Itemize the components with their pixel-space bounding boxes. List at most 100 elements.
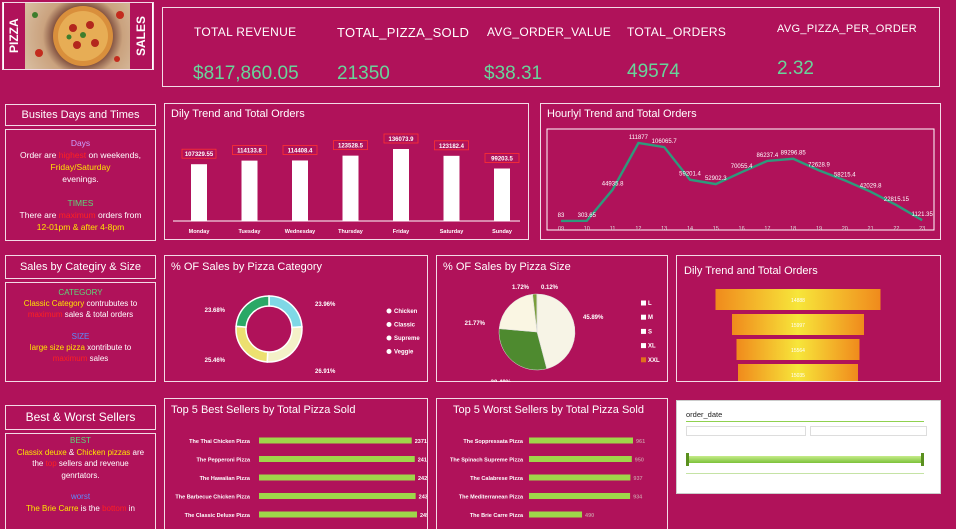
hourly-point-label: 106065.7 xyxy=(652,139,678,145)
daily-category-label: Tuesday xyxy=(239,229,262,235)
hourly-x-tick: 13 xyxy=(661,226,667,232)
hourly-point-label: 83 xyxy=(558,213,565,219)
hourly-point-label: 1121.35 xyxy=(912,212,934,218)
category-size-title-box: Sales by Categiry & Size xyxy=(5,255,156,279)
size-legend-marker xyxy=(641,343,646,349)
best-bar xyxy=(259,493,416,499)
best-worst-note: BEST Classix deuxe & Chicken pizzas are … xyxy=(16,436,145,513)
category-size-note-box: CATEGORY Classic Category contrubutes to… xyxy=(5,282,156,382)
best-value-label: 2432 xyxy=(419,495,427,501)
category-title: % OF Sales by Pizza Category xyxy=(171,261,323,273)
best-name-label: The Thai Chicken Pizza xyxy=(189,439,251,445)
slicer-track[interactable] xyxy=(686,456,924,463)
category-size-note: CATEGORY Classic Category contrubutes to… xyxy=(23,288,138,363)
times-line-2: 12-01pm & after 4-8pm xyxy=(36,222,125,232)
hourly-x-tick: 20 xyxy=(842,226,848,232)
hourly-x-tick: 12 xyxy=(635,226,641,232)
size-legend-label: S xyxy=(648,329,652,335)
kpi-avg-order-value-value: $38.31 xyxy=(484,63,543,84)
daily-value-label: 114408.4 xyxy=(288,148,313,154)
category-legend-label: Chicken xyxy=(394,309,418,315)
busiest-title: Busites Days and Times xyxy=(21,109,140,121)
size-pct-label: 0.12% xyxy=(541,285,559,291)
best-name-label: The Classic Deluxe Pizza xyxy=(185,513,251,519)
hourly-point-label: 303.65 xyxy=(578,213,597,219)
daily-category-label: Monday xyxy=(189,229,211,235)
daily-value-label: 123528.5 xyxy=(338,144,364,150)
daily-bar xyxy=(191,164,207,221)
kpi-panel: TOTAL REVENUE $817,860.05 TOTAL_PIZZA_SO… xyxy=(162,7,940,87)
hourly-trend-chart: 83 09 303.65 10 44935.8 11 111877 12 106065.7 13 5… xyxy=(546,128,935,232)
category-legend-marker xyxy=(386,349,392,354)
hourly-point-label: 70055.4 xyxy=(731,164,753,170)
slicer-handle-right[interactable] xyxy=(921,453,924,466)
worst-bar xyxy=(529,437,633,444)
best-name-label: The Pepperoni Pizza xyxy=(197,458,251,464)
category-pct-label: 23.96% xyxy=(315,302,336,308)
category-legend-marker xyxy=(386,322,392,327)
slicer-input-left[interactable] xyxy=(686,426,806,436)
size-pct-label: 45.89% xyxy=(583,315,604,321)
worst-name-label: The Spinach Supreme Pizza xyxy=(450,458,524,464)
daily-trend-title: Dily Trend and Total Orders xyxy=(171,108,305,120)
pizza-image xyxy=(25,3,130,69)
daily-bar xyxy=(241,160,258,221)
daily-category-label: Sunday xyxy=(492,229,513,235)
category-pct-label: 25.46% xyxy=(205,358,226,364)
best-value-label: 2453 xyxy=(420,513,427,519)
worst-name-label: The Soppressata Pizza xyxy=(463,439,524,445)
daily-category-label: Friday xyxy=(393,229,410,235)
hourly-plot-frame xyxy=(546,128,935,231)
worst-value-label: 490 xyxy=(585,513,594,519)
hourly-x-tick: 15 xyxy=(713,226,719,232)
size-legend-label: XXL xyxy=(648,358,660,364)
kpi-total-orders-label: TOTAL_ORDERS xyxy=(627,25,727,39)
kpi-avg-pizza-per-order-value: 2.32 xyxy=(777,58,814,79)
funnel-value-label: 15564 xyxy=(791,348,805,354)
best-value-label: 2422 xyxy=(418,476,427,482)
worst-value-label: 937 xyxy=(633,476,642,482)
order-date-slicer[interactable]: order_date xyxy=(676,400,941,494)
daily-value-label: 114133.8 xyxy=(237,149,262,155)
funnel-chart: 14888 15997 15564 15035 xyxy=(715,289,881,381)
slicer-top-line xyxy=(686,421,924,422)
size-legend-label: L xyxy=(648,301,652,307)
size-slice xyxy=(498,293,538,333)
hourly-x-tick: 14 xyxy=(687,226,693,232)
category-size-title: Sales by Categiry & Size xyxy=(19,261,142,273)
slicer-bottom-line xyxy=(686,473,924,474)
slicer-input-right[interactable] xyxy=(810,426,927,436)
hourly-x-tick: 23 xyxy=(919,226,925,232)
funnel-value-label: 15997 xyxy=(791,323,805,329)
sales-label: SALES xyxy=(130,3,153,69)
worst-value-label: 934 xyxy=(633,495,643,501)
worst-name-label: The Calabrese Pizza xyxy=(470,476,524,482)
size-pie-chart: 45.89% 30.49% 21.77% 1.72% 0.12% L M S XL XXL xyxy=(465,285,660,382)
funnel-title: Dily Trend and Total Orders xyxy=(684,265,818,277)
daily-bar xyxy=(342,155,359,221)
slicer-handle-left[interactable] xyxy=(686,453,689,466)
kpi-avg-pizza-per-order-label: AVG_PIZZA_PER_ORDER xyxy=(777,23,917,35)
daily-value-label: 123182.4 xyxy=(439,144,465,150)
hourly-point-label: 111877 xyxy=(629,135,649,141)
category-legend-marker xyxy=(386,308,392,314)
category-slice xyxy=(266,326,303,363)
category-card: % OF Sales by Pizza Category 23.96% 26.91… xyxy=(164,255,428,382)
worst-bar xyxy=(529,493,631,499)
size-legend-label: M xyxy=(648,315,653,321)
size-title: % OF Sales by Pizza Size xyxy=(443,261,571,273)
daily-category-label: Thursday xyxy=(338,229,364,235)
funnel-value-label: 15035 xyxy=(791,373,805,379)
hourly-point-label: 59201.4 xyxy=(679,172,701,178)
category-slice xyxy=(235,325,269,363)
pizza-label: PIZZA xyxy=(3,3,24,69)
hourly-x-tick: 11 xyxy=(610,226,616,232)
best-sellers-card: Top 5 Best Sellers by Total Pizza Sold T… xyxy=(164,398,428,529)
daily-bar xyxy=(443,155,460,221)
kpi-total-orders-value: 49574 xyxy=(627,61,680,82)
hourly-point-label: 58215.4 xyxy=(834,172,856,178)
hourly-point-label: 86237.4 xyxy=(757,153,779,159)
daily-category-label: Wednesday xyxy=(285,229,316,235)
hourly-x-tick: 21 xyxy=(868,226,874,232)
busiest-note-box: Days Order are highest on weekends, Frid… xyxy=(5,129,156,241)
